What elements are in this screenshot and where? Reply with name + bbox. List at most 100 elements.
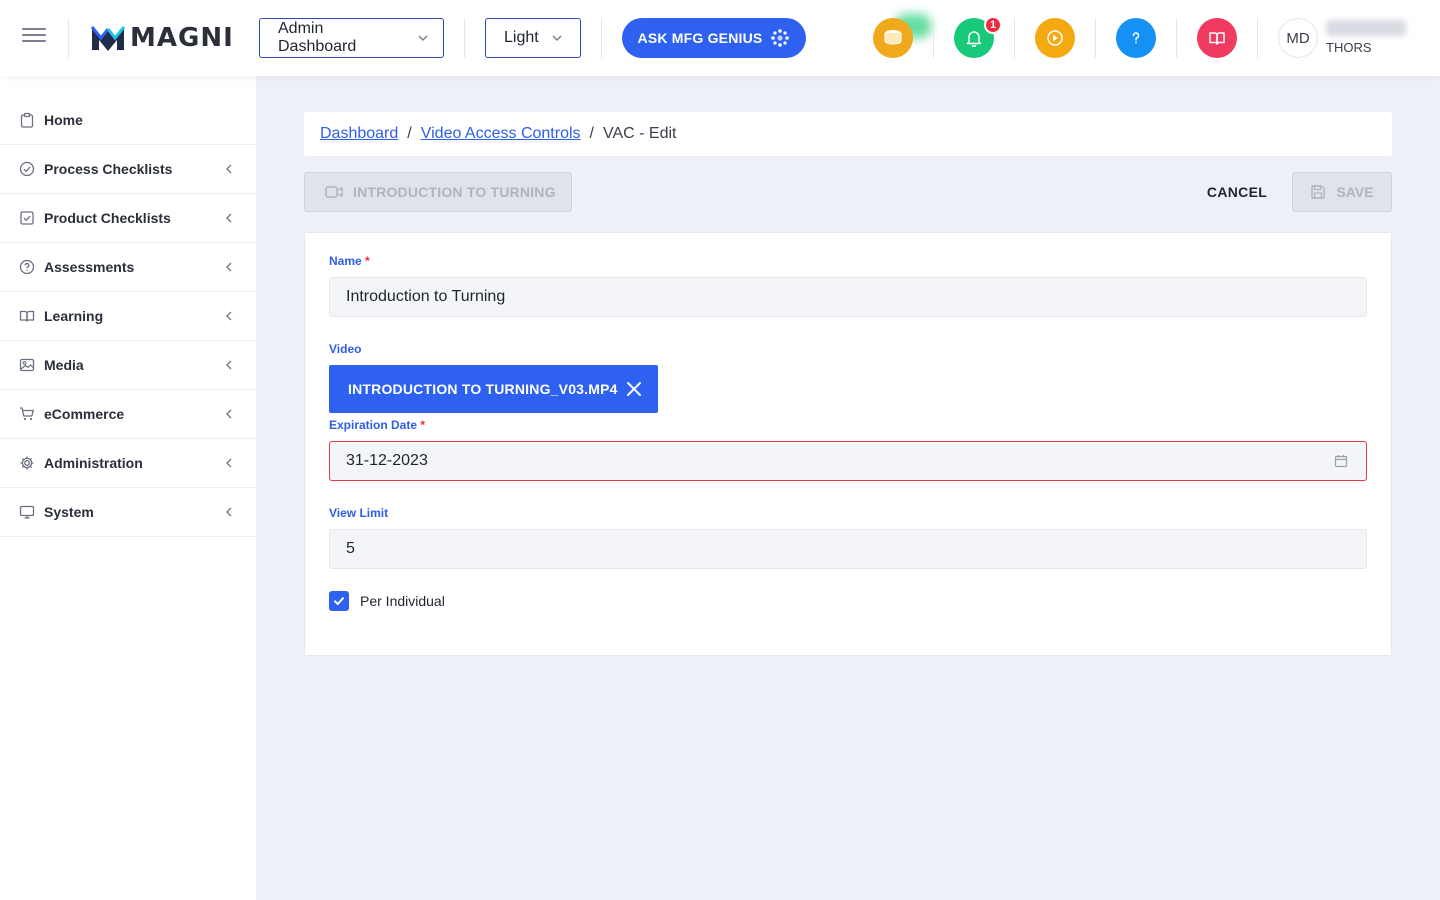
breadcrumb-dashboard-link[interactable]: Dashboard <box>320 125 398 143</box>
video-camera-icon <box>325 186 343 198</box>
notification-badge: 1 <box>984 16 1002 34</box>
notifications-button[interactable]: 1 <box>954 16 1002 58</box>
dashboard-select-value: Admin Dashboard <box>278 20 357 55</box>
coins-button[interactable] <box>873 18 913 58</box>
chevron-left-icon <box>225 507 232 517</box>
check-circle-icon <box>18 160 36 178</box>
video-title-button: INTRODUCTION TO TURNING <box>304 172 572 212</box>
sidebar-item-process-checklists[interactable]: Process Checklists <box>0 145 256 194</box>
breadcrumb: Dashboard / Video Access Controls / VAC … <box>304 112 1392 156</box>
gear-icon <box>18 454 36 472</box>
expiration-date-value: 31-12-2023 <box>346 452 428 469</box>
theme-select-value: Light <box>504 29 539 46</box>
book-open-icon <box>18 307 36 325</box>
sidebar-item-assessments[interactable]: Assessments <box>0 243 256 292</box>
sidebar-item-system[interactable]: System <box>0 488 256 537</box>
chevron-down-icon <box>552 35 562 42</box>
chevron-down-icon <box>418 35 428 42</box>
chevron-left-icon <box>225 262 232 272</box>
sidebar-item-label: Media <box>44 357 84 373</box>
sidebar-item-label: System <box>44 504 94 520</box>
save-button-label: SAVE <box>1336 184 1374 200</box>
expiration-date-field-label: Expiration Date * <box>329 418 425 432</box>
sidebar-item-product-checklists[interactable]: Product Checklists <box>0 194 256 243</box>
logo-mark-icon <box>90 26 126 51</box>
play-circle-icon <box>1047 30 1063 46</box>
sidebar-item-administration[interactable]: Administration <box>0 439 256 488</box>
coins-icon <box>884 30 902 45</box>
video-file-name: INTRODUCTION TO TURNING_V03.MP4 <box>348 381 618 397</box>
expiration-label-text: Expiration Date <box>329 418 418 432</box>
chevron-left-icon <box>225 164 232 174</box>
magni-logo[interactable]: MAGNI <box>90 22 234 54</box>
video-label-text: Video <box>329 342 362 356</box>
sidebar-item-home[interactable]: Home <box>0 96 256 145</box>
header-divider <box>68 18 69 58</box>
chevron-left-icon <box>225 311 232 321</box>
sidebar-item-label: Product Checklists <box>44 210 171 226</box>
sidebar-item-media[interactable]: Media <box>0 341 256 390</box>
view-limit-input[interactable]: 5 <box>329 529 1367 569</box>
question-circle-icon <box>18 258 36 276</box>
monitor-icon <box>18 503 36 521</box>
dashboard-select[interactable]: Admin Dashboard <box>259 18 444 58</box>
question-mark-icon <box>1132 32 1140 44</box>
sidebar-item-label: Process Checklists <box>44 161 173 177</box>
avatar[interactable]: MD <box>1278 18 1318 58</box>
breadcrumb-video-access-controls-link[interactable]: Video Access Controls <box>421 125 581 143</box>
bell-icon <box>966 31 982 47</box>
book-icon <box>1209 32 1225 45</box>
view-limit-value: 5 <box>346 540 355 557</box>
sidebar-item-label: Learning <box>44 308 104 324</box>
sidebar-item-label: Administration <box>44 455 143 471</box>
theme-select[interactable]: Light <box>485 18 581 58</box>
chevron-left-icon <box>225 360 232 370</box>
name-input-value: Introduction to Turning <box>346 288 506 305</box>
sidebar-item-ecommerce[interactable]: eCommerce <box>0 390 256 439</box>
name-field-label: Name * <box>329 254 370 268</box>
per-individual-checkbox[interactable] <box>329 591 349 611</box>
expiration-date-input[interactable]: 31-12-2023 <box>329 441 1367 481</box>
image-icon <box>18 356 36 374</box>
ask-mfg-genius-button[interactable]: ASK MFG GENIUS <box>622 18 806 58</box>
required-asterisk: * <box>365 254 370 268</box>
hamburger-menu-icon[interactable] <box>22 28 46 48</box>
cart-icon <box>18 405 36 423</box>
avatar-initials: MD <box>1286 29 1310 47</box>
view-limit-field-label: View Limit <box>329 506 388 520</box>
sidebar-item-learning[interactable]: Learning <box>0 292 256 341</box>
view-limit-label-text: View Limit <box>329 506 389 520</box>
help-button[interactable] <box>1116 18 1156 58</box>
save-button[interactable]: SAVE <box>1292 172 1392 212</box>
header-divider <box>464 18 465 58</box>
sidebar-item-label: Home <box>44 112 83 128</box>
chevron-left-icon <box>225 458 232 468</box>
breadcrumb-current: VAC - Edit <box>602 125 677 142</box>
user-name-blurred <box>1326 20 1406 36</box>
selected-video-chip[interactable]: INTRODUCTION TO TURNING_V03.MP4 <box>329 365 658 413</box>
header-divider <box>1257 18 1258 58</box>
calendar-icon[interactable] <box>1334 454 1348 468</box>
close-icon[interactable] <box>626 381 642 397</box>
name-input[interactable]: Introduction to Turning <box>329 277 1367 317</box>
sidebar-item-label: Assessments <box>44 259 135 275</box>
save-disk-icon <box>1311 185 1326 199</box>
checkmark-icon <box>334 597 344 605</box>
logo-text: MAGNI <box>130 23 234 53</box>
header-divider <box>1176 18 1177 58</box>
manual-button[interactable] <box>1197 18 1237 58</box>
cancel-button[interactable]: CANCEL <box>1196 172 1278 212</box>
per-individual-label: Per Individual <box>360 593 445 609</box>
breadcrumb-separator: / <box>589 125 594 142</box>
clipboard-icon <box>18 111 36 129</box>
header-divider <box>1014 18 1015 58</box>
user-organization: THORS <box>1326 40 1372 55</box>
breadcrumb-separator: / <box>407 125 412 142</box>
header-divider <box>933 18 934 58</box>
video-field-label: Video <box>329 342 361 356</box>
header-divider <box>601 18 602 58</box>
chevron-left-icon <box>225 213 232 223</box>
play-video-button[interactable] <box>1035 18 1075 58</box>
name-label-text: Name <box>329 254 362 268</box>
sparkle-icon <box>771 29 790 47</box>
